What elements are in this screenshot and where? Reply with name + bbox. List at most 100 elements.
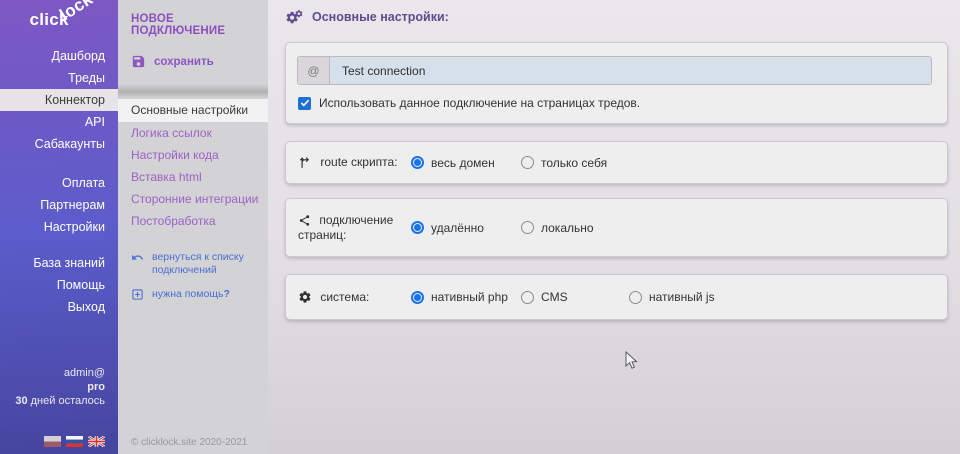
radio-native-js-label: нативный js bbox=[649, 290, 715, 304]
route-card: route скрипта: весь домен только себя bbox=[285, 141, 948, 184]
floppy-disk-icon bbox=[131, 54, 146, 69]
menu-item-postprocessing[interactable]: Постобработка bbox=[118, 210, 268, 232]
checkbox-label: Использовать данное подключение на стран… bbox=[319, 96, 640, 110]
radio-dot bbox=[414, 159, 421, 166]
radio-off-icon bbox=[521, 156, 534, 169]
cogs-icon bbox=[285, 9, 304, 25]
system-row: система: нативный php CMS нативный js bbox=[286, 275, 947, 319]
radio-on-icon bbox=[411, 156, 424, 169]
help-question-mark: ? bbox=[223, 288, 229, 300]
menu-item-code-settings[interactable]: Настройки кода bbox=[118, 144, 268, 166]
connection-panel: НОВОЕ ПОДКЛЮЧЕНИЕ сохранить Основные нас… bbox=[118, 0, 268, 454]
route-label-text: route скрипта: bbox=[320, 155, 397, 169]
radio-only-self-label: только себя bbox=[541, 156, 607, 170]
use-on-threads-checkbox-row[interactable]: Использовать данное подключение на стран… bbox=[298, 96, 640, 110]
radio-whole-domain[interactable]: весь домен bbox=[411, 156, 521, 170]
system-label-text: система: bbox=[320, 290, 369, 304]
brand-logo: clicklock bbox=[29, 10, 104, 30]
radio-dot bbox=[414, 224, 421, 231]
app-window: clicklock Дашборд Треды Коннектор API Са… bbox=[0, 0, 960, 454]
main-content: Основные настройки: @ Test connection Ис… bbox=[268, 0, 960, 454]
sidebar-item-api[interactable]: API bbox=[0, 111, 118, 133]
system-card: система: нативный php CMS нативный js bbox=[285, 274, 948, 320]
save-button[interactable]: сохранить bbox=[131, 54, 268, 69]
radio-local[interactable]: локально bbox=[521, 221, 594, 235]
route-fork-icon bbox=[298, 155, 312, 169]
radio-native-php-label: нативный php bbox=[431, 290, 508, 304]
sidebar-item-threads[interactable]: Треды bbox=[0, 67, 118, 89]
flag-uk-icon[interactable] bbox=[88, 436, 105, 447]
menu-item-basic-settings[interactable]: Основные настройки bbox=[118, 99, 268, 122]
panel-menu: Основные настройки Логика ссылок Настрой… bbox=[118, 99, 268, 232]
flag-faded-icon[interactable] bbox=[44, 436, 61, 447]
sidebar: clicklock Дашборд Треды Коннектор API Са… bbox=[0, 0, 118, 454]
menu-item-html-insert[interactable]: Вставка html bbox=[118, 166, 268, 188]
sidebar-item-subaccounts[interactable]: Сабакаунты bbox=[0, 133, 118, 155]
days-text: дней осталось bbox=[28, 395, 105, 407]
menu-item-link-logic[interactable]: Логика ссылок bbox=[118, 122, 268, 144]
connection-name-card: @ Test connection Использовать данное по… bbox=[285, 42, 948, 124]
connection-name-input[interactable]: Test connection bbox=[330, 57, 931, 84]
checkbox-checked-icon[interactable] bbox=[298, 97, 311, 110]
pages-connection-label: подключение страниц: bbox=[298, 213, 411, 243]
route-label: route скрипта: bbox=[298, 155, 411, 170]
back-to-list-label: вернуться к списку подключений bbox=[152, 251, 262, 277]
radio-cms-label: CMS bbox=[541, 290, 568, 304]
pages-connection-label-text: подключение страниц: bbox=[298, 213, 393, 242]
radio-local-label: локально bbox=[541, 221, 594, 235]
sidebar-item-payment[interactable]: Оплата bbox=[0, 172, 118, 194]
radio-on-icon bbox=[411, 291, 424, 304]
sidebar-item-dashboard[interactable]: Дашборд bbox=[0, 45, 118, 67]
undo-arrow-icon bbox=[131, 251, 144, 264]
radio-dot bbox=[414, 294, 421, 301]
route-row: route скрипта: весь домен только себя bbox=[286, 142, 947, 183]
page-title: Основные настройки: bbox=[312, 10, 449, 24]
pages-connection-row: подключение страниц: удалённо локально bbox=[286, 199, 947, 256]
save-label: сохранить bbox=[154, 56, 214, 68]
page-title-row: Основные настройки: bbox=[285, 9, 449, 25]
account-plan: pro bbox=[87, 381, 105, 393]
radio-cms[interactable]: CMS bbox=[521, 290, 629, 304]
flag-russia-icon[interactable] bbox=[66, 436, 83, 447]
panel-title: НОВОЕ ПОДКЛЮЧЕНИЕ bbox=[118, 0, 268, 37]
radio-on-icon bbox=[411, 221, 424, 234]
menu-item-integrations[interactable]: Сторонние интеграции bbox=[118, 188, 268, 210]
radio-native-php[interactable]: нативный php bbox=[411, 290, 521, 304]
sidebar-item-partners[interactable]: Партнерам bbox=[0, 194, 118, 216]
days-number: 30 bbox=[15, 395, 27, 407]
help-text: нужна помощь bbox=[152, 288, 223, 300]
share-icon bbox=[298, 214, 311, 227]
sidebar-item-knowledge-base[interactable]: База знаний bbox=[0, 252, 118, 274]
sidebar-item-settings[interactable]: Настройки bbox=[0, 216, 118, 238]
need-help-link[interactable]: нужна помощь? bbox=[131, 288, 262, 301]
system-label: система: bbox=[298, 290, 411, 305]
back-to-list-link[interactable]: вернуться к списку подключений bbox=[131, 251, 262, 277]
panel-links: вернуться к списку подключений нужна пом… bbox=[131, 251, 262, 312]
radio-native-js[interactable]: нативный js bbox=[629, 290, 715, 304]
copyright-text: © clicklock.site 2020-2021 bbox=[131, 437, 247, 448]
radio-only-self[interactable]: только себя bbox=[521, 156, 607, 170]
add-box-icon bbox=[131, 288, 144, 301]
need-help-label: нужна помощь? bbox=[152, 288, 230, 301]
sidebar-item-help[interactable]: Помощь bbox=[0, 274, 118, 296]
language-switcher bbox=[44, 436, 105, 447]
panel-divider bbox=[118, 84, 268, 98]
at-sign-icon: @ bbox=[298, 57, 330, 84]
radio-off-icon bbox=[521, 291, 534, 304]
sidebar-item-logout[interactable]: Выход bbox=[0, 296, 118, 318]
check-icon bbox=[300, 99, 310, 107]
connection-name-input-group: @ Test connection bbox=[297, 56, 932, 85]
radio-remote-label: удалённо bbox=[431, 221, 484, 235]
account-email: admin@ bbox=[15, 366, 105, 380]
radio-whole-domain-label: весь домен bbox=[431, 156, 495, 170]
account-days-left: 30 дней осталось bbox=[15, 394, 105, 408]
sidebar-nav: Дашборд Треды Коннектор API Сабакаунты О… bbox=[0, 45, 118, 318]
radio-off-icon bbox=[521, 221, 534, 234]
account-info: admin@ pro 30 дней осталось bbox=[15, 366, 105, 408]
radio-remote[interactable]: удалённо bbox=[411, 221, 521, 235]
radio-off-icon bbox=[629, 291, 642, 304]
sidebar-item-connector[interactable]: Коннектор bbox=[0, 89, 118, 111]
gear-icon bbox=[298, 290, 312, 304]
mouse-cursor bbox=[625, 351, 638, 370]
pages-connection-card: подключение страниц: удалённо локально bbox=[285, 198, 948, 257]
